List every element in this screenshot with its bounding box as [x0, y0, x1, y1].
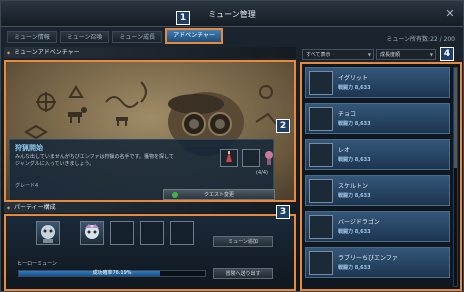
mune-name: チョコ: [338, 111, 357, 118]
list-item[interactable]: チョコ 戦闘力 8,633: [305, 103, 450, 134]
mune-thumbnail-icon: [309, 179, 333, 203]
tab-adventure[interactable]: アドベンチャー: [165, 28, 224, 44]
reward-potion-icon[interactable]: [220, 149, 238, 167]
potion-icon: [226, 151, 232, 162]
mune-power: 戦闘力 8,633: [338, 121, 371, 127]
party-slot-4[interactable]: [140, 221, 164, 245]
mune-name: レオ: [338, 147, 351, 154]
mune-thumbnail-icon: [309, 71, 333, 95]
mune-portrait-icon: [85, 224, 99, 239]
reward-creature-icon[interactable]: [264, 149, 274, 167]
mune-power: 戦闘力 8,633: [338, 157, 371, 163]
mune-thumbnail-icon: [309, 107, 333, 131]
add-mune-button[interactable]: ミューン追加: [213, 236, 273, 247]
party-panel: ヒーローミューン ミューン追加 冒険へ送り出す 成功確率76.19%: [4, 214, 296, 291]
list-item[interactable]: バージドラゴン 戦闘力 8,633: [305, 211, 450, 242]
hero-mune-label: ヒーローミューン: [17, 261, 57, 267]
owned-count: ミューン所有数:22 / 200: [386, 36, 455, 43]
mune-thumbnail-icon: [309, 251, 333, 275]
quest-grade: グレード4: [15, 183, 39, 189]
list-scrollbar[interactable]: [453, 67, 458, 287]
party-slot-2[interactable]: [80, 221, 104, 245]
party-section-header: パーティー構成: [4, 202, 296, 213]
success-rate-bar: 成功確率76.19%: [18, 270, 206, 277]
filter-dropdown[interactable]: すべて表示: [302, 49, 374, 60]
party-slot-hero[interactable]: [36, 221, 60, 245]
party-slot-5[interactable]: [170, 221, 194, 245]
list-item[interactable]: イグリット 戦闘力 8,633: [305, 67, 450, 98]
tab-bar: ミューン情報 ミューン召喚 ミューン成長 アドベンチャー: [7, 28, 224, 45]
mune-name: バージドラゴン: [338, 219, 380, 226]
creature-icon: [265, 151, 273, 165]
list-item[interactable]: レオ 戦闘力 8,633: [305, 139, 450, 170]
mune-name: スケルトン: [338, 183, 369, 190]
mune-management-window: ミューン管理 ✕ ミューン情報 ミューン召喚 ミューン成長 アドベンチャー ミュ…: [0, 0, 464, 292]
mune-thumbnail-icon: [309, 215, 333, 239]
mune-power: 戦闘力 8,633: [338, 265, 371, 271]
reward-item-slot[interactable]: [242, 149, 260, 167]
marker-4: 4: [440, 47, 454, 61]
mune-list: イグリット 戦闘力 8,633 チョコ 戦闘力 8,633 レオ 戦闘力 8,6…: [300, 62, 462, 291]
right-panel: すべて表示 成長度順 4 イグリット 戦闘力 8,633 チョコ 戦闘力 8,6…: [300, 47, 462, 291]
hunt-title: 狩猟開始: [15, 144, 43, 152]
mune-name: イグリット: [338, 75, 368, 82]
adventure-panel: 狩猟開始 みんな出していませんがちびエンファは狩猟の名手です。獲物を探してジャン…: [4, 60, 296, 202]
mune-power: 戦闘力 8,633: [338, 229, 371, 235]
party-count: (4/4): [256, 170, 268, 176]
list-item[interactable]: ラブリーちびエンファ 戦闘力 8,633: [305, 247, 450, 278]
adventure-section-header: ミューンアドベンチャー: [4, 47, 296, 58]
mune-thumbnail-icon: [309, 143, 333, 167]
tab-mune-info[interactable]: ミューン情報: [7, 31, 57, 43]
marker-3: 3: [276, 205, 290, 219]
tab-mune-summon[interactable]: ミューン召喚: [59, 31, 110, 43]
sort-order-dropdown[interactable]: 成長度順: [376, 49, 436, 60]
scrollbar-thumb[interactable]: [454, 68, 457, 168]
marker-2: 2: [276, 119, 290, 133]
close-icon[interactable]: ✕: [443, 7, 457, 21]
marker-1: 1: [176, 11, 190, 25]
tab-mune-growth[interactable]: ミューン成長: [112, 31, 163, 43]
window-title: ミューン管理: [208, 10, 256, 19]
hunt-quest-box: 狩猟開始 みんな出していませんがちびエンファは狩猟の名手です。獲物を探してジャン…: [9, 139, 275, 200]
mune-power: 戦闘力 8,633: [338, 85, 371, 91]
success-rate-text: 成功確率76.19%: [92, 270, 132, 276]
hunt-description: みんな出していませんがちびエンファは狩猟の名手です。獲物を探してジャングルに入っ…: [15, 154, 174, 167]
mune-portrait-icon: [41, 225, 55, 243]
list-item[interactable]: スケルトン 戦闘力 8,633: [305, 175, 450, 206]
mune-power: 戦闘力 8,633: [338, 193, 371, 199]
send-adventure-button[interactable]: 冒険へ送り出す: [213, 268, 273, 279]
party-slot-3[interactable]: [110, 221, 134, 245]
change-quest-button[interactable]: クエスト変更: [163, 189, 275, 200]
mune-name: ラブリーちびエンファ: [338, 255, 398, 262]
title-bar: ミューン管理 ✕: [1, 1, 463, 27]
left-panel: ミューンアドベンチャー: [4, 47, 296, 291]
